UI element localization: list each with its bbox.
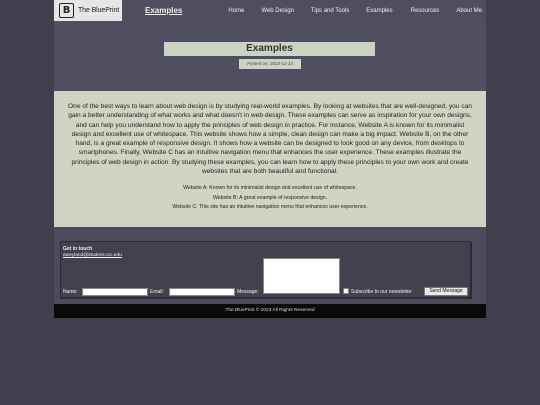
subscribe-label: Subscribe to our newsletter <box>351 289 412 295</box>
example-item: Website A: Known for its minimalist desi… <box>183 185 357 192</box>
nav-link-tips-and-tools[interactable]: Tips and Tools <box>311 8 349 14</box>
example-item: Website C: This site has an intuitive na… <box>172 204 368 211</box>
contact-title: Get in touch <box>63 246 93 252</box>
nav-link-home[interactable]: Home <box>228 8 244 14</box>
examples-list: Website A: Known for its minimalist desi… <box>66 184 474 213</box>
name-input[interactable] <box>82 288 148 296</box>
message-textarea[interactable] <box>263 258 340 294</box>
hero-section: Examples Posted on: 2023-12-13 <box>54 21 486 91</box>
nav-link-examples[interactable]: Examples <box>366 8 392 14</box>
top-nav: B The BluePrint Examples Home Web Design… <box>54 0 486 21</box>
nav-link-about-me[interactable]: About Me <box>456 8 482 14</box>
intro-paragraph: One of the best ways to learn about web … <box>68 103 472 176</box>
name-label: Name: <box>63 289 78 295</box>
post-date: Posted on: 2023-12-13 <box>239 59 301 69</box>
email-input[interactable] <box>169 288 235 296</box>
site-footer: The BluePrint © 2023 All Rights Reserved <box>54 304 486 318</box>
example-item: Website B: A great example of responsive… <box>212 194 328 201</box>
article-content: One of the best ways to learn about web … <box>54 91 486 227</box>
page-title: Examples <box>164 42 375 56</box>
email-label: Email: <box>150 289 164 295</box>
contact-email-link[interactable]: aweyland@student.ccc.edu <box>63 253 122 258</box>
logo-text: The BluePrint <box>78 7 120 14</box>
message-label: Message: <box>237 289 259 295</box>
send-message-button[interactable]: Send Message <box>424 287 468 296</box>
nav-link-web-design[interactable]: Web Design <box>261 8 294 14</box>
subscribe-checkbox[interactable] <box>343 288 349 294</box>
contact-form: Get in touch aweyland@student.ccc.edu Na… <box>60 241 471 298</box>
nav-links: Home Web Design Tips and Tools Examples … <box>228 8 486 14</box>
blueprint-logo-icon: B <box>59 3 74 18</box>
site-logo[interactable]: B The BluePrint <box>54 0 122 21</box>
nav-page-title[interactable]: Examples <box>145 6 182 15</box>
page-container: B The BluePrint Examples Home Web Design… <box>54 0 486 318</box>
nav-link-resources[interactable]: Resources <box>411 8 440 14</box>
